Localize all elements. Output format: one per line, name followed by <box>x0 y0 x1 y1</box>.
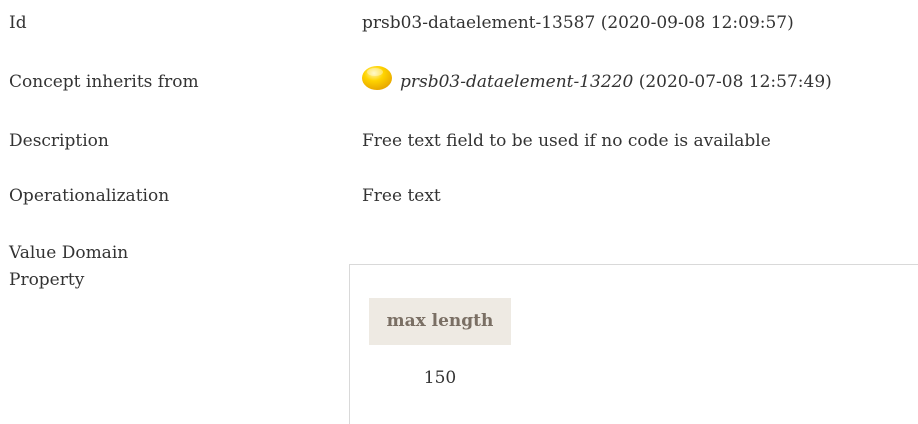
value-domain-label: Value Domain <box>9 243 129 263</box>
inherits-ref-id[interactable]: prsb03-dataelement-13220 <box>400 72 633 92</box>
inherits-label: Concept inherits from <box>9 72 199 92</box>
property-table-header: max length <box>369 298 511 345</box>
inherits-value: prsb03-dataelement-13220 (2020-07-08 12:… <box>400 72 832 92</box>
id-value: prsb03-dataelement-13587 (2020-09-08 12:… <box>362 13 794 33</box>
operationalization-label: Operationalization <box>9 186 170 206</box>
inherits-ref-date: (2020-07-08 12:57:49) <box>633 72 832 92</box>
id-label: Id <box>9 13 27 33</box>
property-table-cell: 150 <box>423 368 457 388</box>
yellow-circle-icon <box>360 64 394 92</box>
property-label: Property <box>9 270 85 290</box>
description-label: Description <box>9 131 109 151</box>
operationalization-value: Free text <box>362 186 441 206</box>
description-value: Free text field to be used if no code is… <box>362 131 771 151</box>
